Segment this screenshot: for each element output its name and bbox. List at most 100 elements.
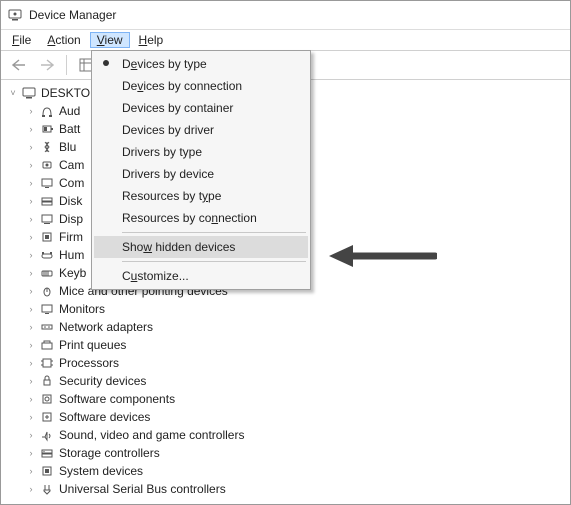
menubar: File Action View Help	[1, 30, 570, 51]
expand-icon[interactable]: ›	[25, 102, 37, 120]
tree-item-label: Storage controllers	[59, 444, 160, 462]
tree-item-label: Hum	[59, 246, 84, 264]
tree-item[interactable]: › Print queues	[3, 336, 568, 354]
menu-separator	[122, 261, 306, 262]
device-category-icon	[39, 283, 55, 299]
device-category-icon	[39, 373, 55, 389]
menu-resources-by-connection[interactable]: Resources by connection	[94, 207, 308, 229]
expand-icon[interactable]: ›	[25, 336, 37, 354]
tree-item-label: Processors	[59, 354, 119, 372]
expand-icon[interactable]: ›	[25, 282, 37, 300]
expand-icon[interactable]: ›	[25, 408, 37, 426]
tree-item-label: Keyb	[59, 264, 86, 282]
tree-item[interactable]: › Software devices	[3, 408, 568, 426]
menu-help[interactable]: Help	[132, 32, 171, 48]
tree-item-label: Network adapters	[59, 318, 153, 336]
expand-icon[interactable]: ›	[25, 462, 37, 480]
tree-item[interactable]: › Universal Serial Bus controllers	[3, 480, 568, 498]
checked-icon	[103, 60, 109, 66]
toolbar-forward-button[interactable]	[35, 53, 59, 77]
expand-icon[interactable]: ›	[25, 174, 37, 192]
expand-icon[interactable]: ›	[25, 156, 37, 174]
expand-icon[interactable]: ›	[25, 390, 37, 408]
expand-icon[interactable]: ›	[25, 228, 37, 246]
device-category-icon	[39, 175, 55, 191]
tree-item-label: Com	[59, 174, 84, 192]
menu-customize[interactable]: Customize...	[94, 265, 308, 287]
expand-icon[interactable]: ›	[25, 300, 37, 318]
device-category-icon	[39, 445, 55, 461]
menu-show-hidden-devices[interactable]: Show hidden devices	[94, 236, 308, 258]
view-dropdown-menu: Devices by type Devices by connection De…	[91, 50, 311, 290]
expand-icon[interactable]: ›	[25, 444, 37, 462]
expand-icon[interactable]: ›	[25, 210, 37, 228]
menu-view[interactable]: View	[90, 32, 130, 48]
tree-item-label: Aud	[59, 102, 80, 120]
menu-separator	[122, 232, 306, 233]
device-category-icon	[39, 391, 55, 407]
tree-item-label: Cam	[59, 156, 84, 174]
device-category-icon	[39, 229, 55, 245]
tree-item-label: Software components	[59, 390, 175, 408]
app-icon	[7, 7, 23, 23]
tree-item-label: Sound, video and game controllers	[59, 426, 244, 444]
device-category-icon	[39, 409, 55, 425]
toolbar-separator	[66, 55, 67, 75]
tree-item-label: Disp	[59, 210, 83, 228]
collapse-icon[interactable]: ˅	[7, 84, 19, 102]
device-category-icon	[39, 157, 55, 173]
tree-item-label: Disk	[59, 192, 82, 210]
tree-item[interactable]: › Security devices	[3, 372, 568, 390]
expand-icon[interactable]: ›	[25, 120, 37, 138]
tree-item-label: Blu	[59, 138, 76, 156]
tree-root-label: DESKTO	[41, 84, 90, 102]
menu-file[interactable]: File	[5, 32, 38, 48]
menu-resources-by-type[interactable]: Resources by type	[94, 185, 308, 207]
tree-item[interactable]: › Monitors	[3, 300, 568, 318]
menu-devices-by-connection[interactable]: Devices by connection	[94, 75, 308, 97]
device-category-icon	[39, 265, 55, 281]
menu-action[interactable]: Action	[40, 32, 87, 48]
tree-item[interactable]: › System devices	[3, 462, 568, 480]
tree-item-label: Universal Serial Bus controllers	[59, 480, 226, 498]
tree-item-label: Security devices	[59, 372, 146, 390]
expand-icon[interactable]: ›	[25, 354, 37, 372]
tree-item[interactable]: › Processors	[3, 354, 568, 372]
device-category-icon	[39, 337, 55, 353]
device-category-icon	[39, 103, 55, 119]
tree-item-label: System devices	[59, 462, 143, 480]
tree-item-label: Software devices	[59, 408, 150, 426]
device-category-icon	[39, 427, 55, 443]
tree-item-label: Print queues	[59, 336, 126, 354]
device-category-icon	[39, 193, 55, 209]
expand-icon[interactable]: ›	[25, 264, 37, 282]
tree-item-label: Monitors	[59, 300, 105, 318]
expand-icon[interactable]: ›	[25, 318, 37, 336]
device-category-icon	[39, 355, 55, 371]
menu-devices-by-driver[interactable]: Devices by driver	[94, 119, 308, 141]
tree-item[interactable]: › Storage controllers	[3, 444, 568, 462]
device-manager-window: Device Manager File Action View Help ? ˅	[0, 0, 571, 505]
menu-drivers-by-device[interactable]: Drivers by device	[94, 163, 308, 185]
menu-devices-by-container[interactable]: Devices by container	[94, 97, 308, 119]
tree-item-label: Batt	[59, 120, 80, 138]
menu-drivers-by-type[interactable]: Drivers by type	[94, 141, 308, 163]
tree-item[interactable]: › Network adapters	[3, 318, 568, 336]
device-category-icon	[39, 463, 55, 479]
expand-icon[interactable]: ›	[25, 138, 37, 156]
expand-icon[interactable]: ›	[25, 426, 37, 444]
device-category-icon	[39, 247, 55, 263]
expand-icon[interactable]: ›	[25, 480, 37, 498]
device-category-icon	[39, 319, 55, 335]
expand-icon[interactable]: ›	[25, 246, 37, 264]
tree-item[interactable]: › Software components	[3, 390, 568, 408]
tree-item[interactable]: › Sound, video and game controllers	[3, 426, 568, 444]
menu-devices-by-type[interactable]: Devices by type	[94, 53, 308, 75]
tree-item-label: Firm	[59, 228, 83, 246]
toolbar-back-button[interactable]	[7, 53, 31, 77]
expand-icon[interactable]: ›	[25, 372, 37, 390]
device-category-icon	[39, 121, 55, 137]
window-title: Device Manager	[29, 8, 116, 22]
computer-icon	[21, 85, 37, 101]
expand-icon[interactable]: ›	[25, 192, 37, 210]
